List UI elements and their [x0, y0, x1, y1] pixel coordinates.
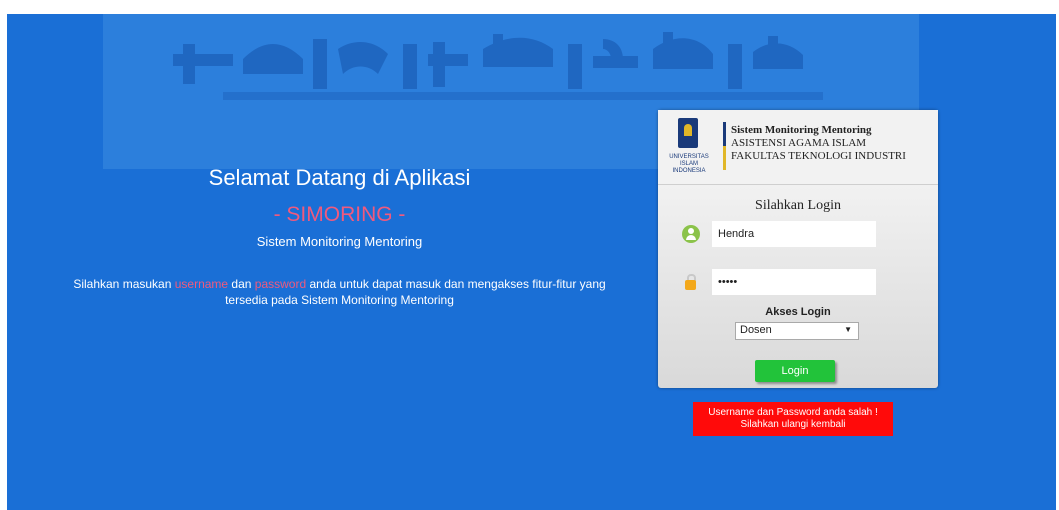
- login-button[interactable]: Login: [755, 360, 835, 382]
- welcome-description: Silahkan masukan username dan password a…: [47, 276, 632, 308]
- header-line-2: ASISTENSI AGAMA ISLAM: [731, 137, 867, 149]
- header-text: Sistem Monitoring Mentoring ASISTENSI AG…: [731, 124, 906, 163]
- error-line-2: Silahkan ulangi kembali: [740, 419, 846, 430]
- uii-logo: UNIVERSITAS ISLAM INDONESIA: [666, 118, 712, 176]
- error-message: Username dan Password anda salah ! Silah…: [693, 402, 893, 436]
- username-row: [682, 221, 914, 247]
- username-input[interactable]: [712, 221, 876, 247]
- login-title: Silahkan Login: [755, 198, 841, 213]
- akses-selected-value: Dosen: [740, 324, 772, 336]
- akses-login-select[interactable]: Dosen ▼: [735, 322, 859, 340]
- app-name: - SIMORING -: [273, 203, 406, 226]
- akses-login-label: Akses Login: [765, 306, 831, 318]
- header-line-1: Sistem Monitoring Mentoring: [731, 124, 872, 136]
- desc-text: dan: [228, 277, 255, 291]
- desc-username-highlight: username: [174, 277, 229, 291]
- page-background: Selamat Datang di Aplikasi - SIMORING - …: [7, 14, 1056, 510]
- logo-text-3: INDONESIA: [672, 168, 706, 174]
- uii-crest-icon: [678, 118, 698, 148]
- header-line-3: FAKULTAS TEKNOLOGI INDUSTRI: [731, 150, 906, 162]
- logo-text-2: ISLAM: [679, 161, 698, 167]
- welcome-section: Selamat Datang di Aplikasi - SIMORING - …: [47, 164, 632, 308]
- welcome-title: Selamat Datang di Aplikasi: [208, 165, 471, 190]
- header-divider-accent: [723, 146, 726, 170]
- login-card-header: UNIVERSITAS ISLAM INDONESIA Sistem Monit…: [658, 110, 938, 185]
- lock-icon: [682, 273, 700, 291]
- desc-password-highlight: password: [254, 277, 307, 291]
- user-icon: [682, 225, 700, 243]
- logo-text-1: UNIVERSITAS: [669, 154, 709, 160]
- dropdown-arrow-icon: ▼: [844, 325, 852, 334]
- password-input[interactable]: [712, 269, 876, 295]
- password-row: [682, 269, 914, 295]
- desc-text: Silahkan masukan: [73, 277, 175, 291]
- app-subtitle: Sistem Monitoring Mentoring: [256, 234, 423, 249]
- error-line-1: Username dan Password anda salah !: [708, 407, 878, 418]
- login-card: UNIVERSITAS ISLAM INDONESIA Sistem Monit…: [658, 110, 938, 388]
